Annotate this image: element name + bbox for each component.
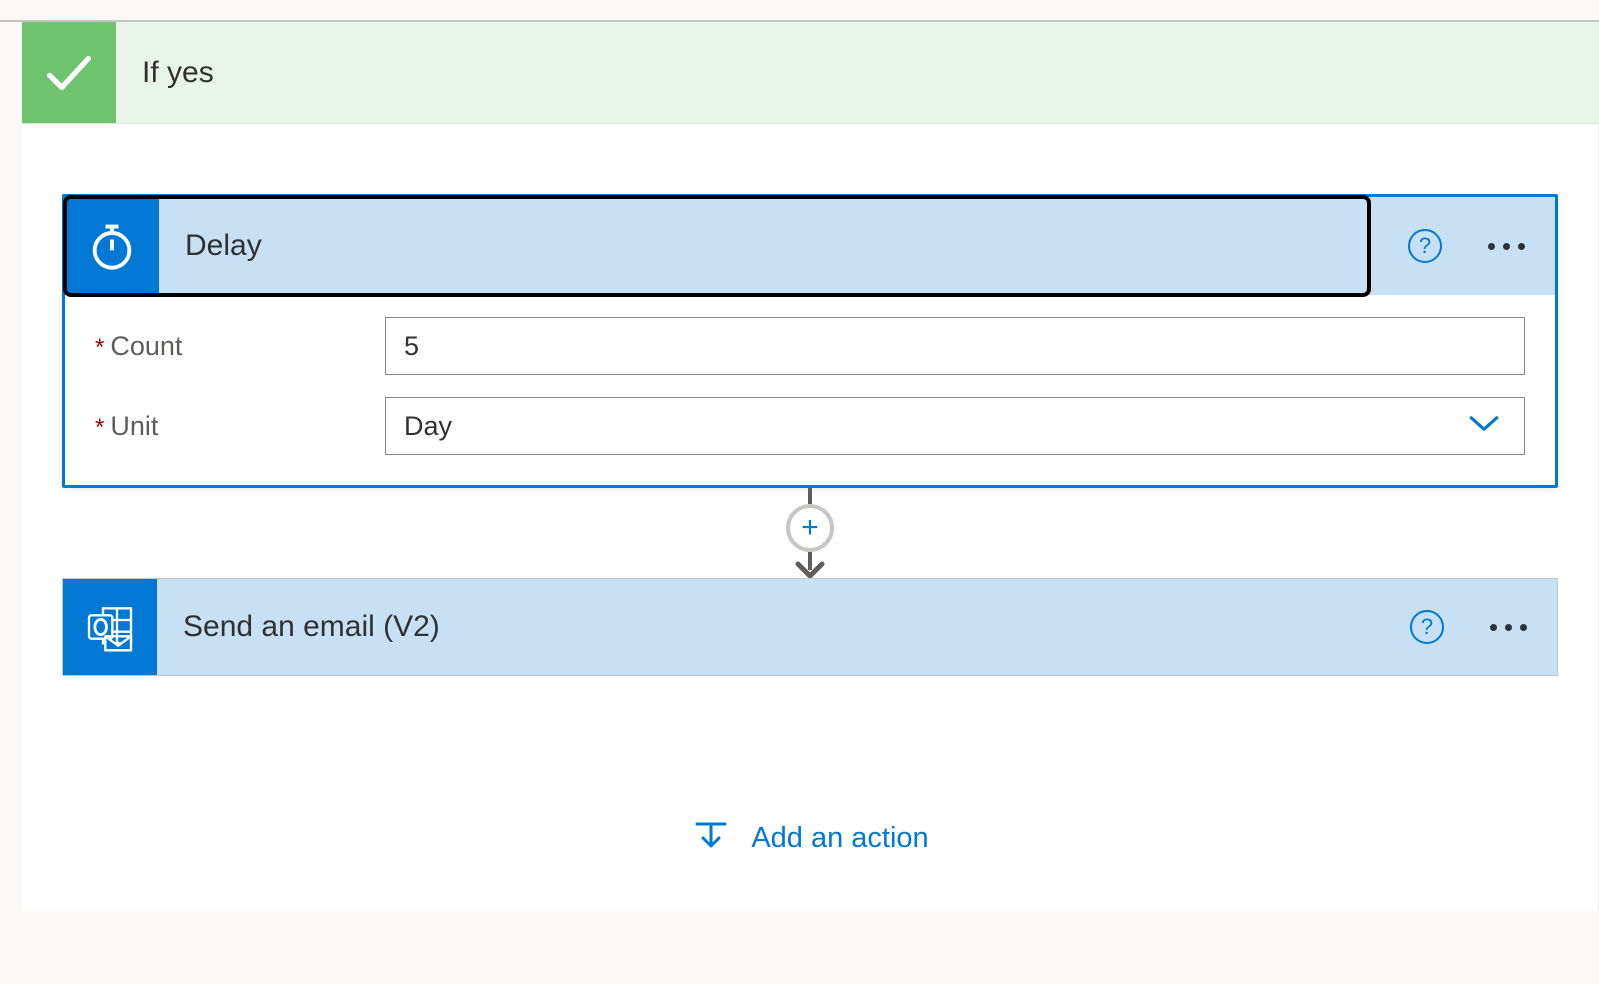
- if-yes-body: Delay ? * Count: [22, 124, 1599, 911]
- add-step-icon[interactable]: +: [786, 504, 834, 552]
- outlook-icon: [63, 579, 157, 675]
- checkmark-icon: [22, 22, 116, 123]
- delay-header[interactable]: Delay: [65, 197, 1369, 295]
- connector-line: [808, 488, 812, 504]
- connector: +: [62, 488, 1558, 578]
- help-icon[interactable]: ?: [1408, 229, 1442, 263]
- unit-select-wrap: Day: [385, 397, 1525, 455]
- count-input[interactable]: [385, 317, 1525, 375]
- unit-select[interactable]: Day: [385, 397, 1525, 455]
- more-icon[interactable]: [1482, 237, 1531, 256]
- delay-card: Delay ? * Count: [62, 194, 1558, 488]
- stopwatch-icon: [65, 197, 159, 295]
- send-email-card[interactable]: Send an email (V2) ?: [62, 578, 1558, 676]
- arrow-down-icon: [790, 552, 830, 578]
- delay-title: Delay: [159, 229, 262, 263]
- unit-select-value: Day: [404, 411, 452, 442]
- unit-label-text: Unit: [110, 411, 158, 442]
- add-action-label: Add an action: [751, 822, 928, 855]
- send-email-controls: ?: [1410, 610, 1533, 644]
- if-yes-title: If yes: [116, 56, 214, 90]
- send-email-title: Send an email (V2): [157, 610, 440, 644]
- required-asterisk: *: [95, 334, 104, 362]
- flow-canvas: If yes Delay: [0, 22, 1599, 911]
- count-label: * Count: [95, 331, 385, 362]
- if-yes-header[interactable]: If yes: [22, 22, 1599, 124]
- top-divider: [0, 0, 1599, 22]
- help-icon[interactable]: ?: [1410, 610, 1444, 644]
- count-label-text: Count: [110, 331, 182, 362]
- unit-label: * Unit: [95, 411, 385, 442]
- unit-row: * Unit Day: [95, 397, 1525, 455]
- delay-header-controls: ?: [1408, 229, 1531, 263]
- count-row: * Count: [95, 317, 1525, 375]
- add-action-icon: [691, 816, 731, 861]
- if-yes-container: If yes Delay: [22, 22, 1599, 911]
- delay-body: * Count * Unit Day: [65, 295, 1555, 485]
- more-icon[interactable]: [1484, 618, 1533, 637]
- add-action-button[interactable]: Add an action: [62, 676, 1558, 861]
- required-asterisk: *: [95, 414, 104, 442]
